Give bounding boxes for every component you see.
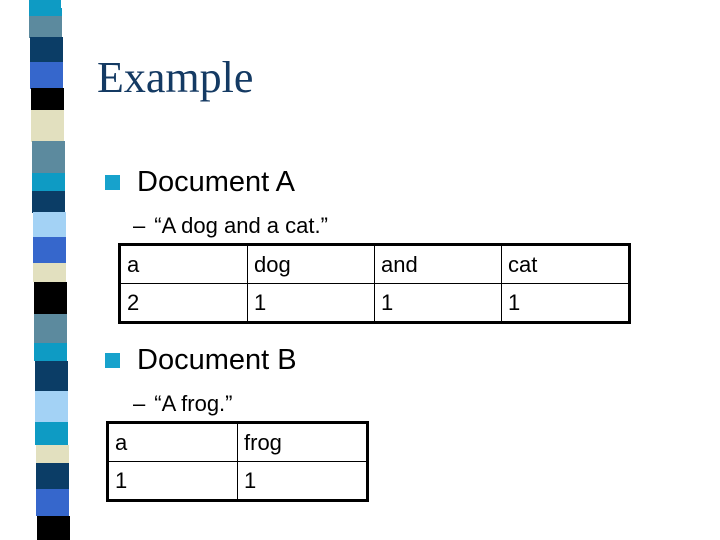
- stripe-band: [29, 16, 62, 38]
- table-cell-count: 1: [237, 461, 368, 501]
- stripe-band: [30, 62, 63, 89]
- stripe-band: [31, 109, 64, 142]
- stripe-band: [32, 191, 65, 213]
- sub-bullet-text-document-a: “A dog and a cat.”: [154, 213, 328, 238]
- slide-canvas: Example Document A – “A dog and a cat.” a…: [0, 0, 720, 540]
- term-count-table-document-b: a frog 1 1: [106, 421, 369, 502]
- table-row-terms: a frog: [107, 422, 368, 462]
- term-count-table-document-a: a dog and cat 2 1 1 1: [118, 243, 631, 324]
- table-cell-term: a: [119, 244, 248, 284]
- table-cell-term: and: [374, 244, 502, 284]
- dash-bullet-icon: –: [133, 391, 146, 416]
- table-cell-count: 1: [107, 461, 238, 501]
- table-cell-term: dog: [247, 244, 375, 284]
- table-row-counts: 1 1: [107, 461, 368, 501]
- table-cell-count: 1: [247, 283, 375, 323]
- stripe-band: [34, 281, 67, 315]
- table-cell-count: 1: [501, 283, 630, 323]
- stripe-band: [33, 237, 66, 264]
- table-cell-count: 1: [374, 283, 502, 323]
- sub-bullet-text-document-b: “A frog.”: [154, 391, 233, 416]
- sub-bullet-document-a: – “A dog and a cat.”: [133, 213, 328, 239]
- stripe-band: [36, 462, 69, 490]
- stripe-band: [32, 172, 65, 192]
- table-row-terms: a dog and cat: [119, 244, 630, 284]
- table-cell-term: a: [107, 422, 238, 462]
- sub-bullet-document-b: – “A frog.”: [133, 391, 233, 417]
- stripe-band: [36, 489, 69, 517]
- table-cell-term: frog: [237, 422, 368, 462]
- stripe-band: [37, 515, 70, 540]
- table-cell-term: cat: [501, 244, 630, 284]
- stripe-band: [33, 263, 66, 283]
- bullet-label-document-b: Document B: [137, 344, 297, 376]
- square-bullet-icon: [105, 174, 120, 190]
- table-row-counts: 2 1 1 1: [119, 283, 630, 323]
- stripe-band: [34, 343, 67, 362]
- stripe-band: [35, 391, 68, 423]
- table-cell-count: 2: [119, 283, 248, 323]
- stripe-band: [36, 444, 69, 464]
- decorative-left-stripe: [0, 0, 80, 540]
- stripe-band: [30, 37, 63, 63]
- bullet-label-document-a: Document A: [137, 166, 295, 198]
- stripe-band: [32, 141, 65, 174]
- stripe-band: [35, 360, 68, 393]
- bullet-item-document-b: Document B: [105, 343, 297, 377]
- page-title: Example: [97, 53, 254, 102]
- bullet-item-document-a: Document A: [105, 165, 295, 199]
- stripe-band: [31, 87, 64, 111]
- stripe-band: [33, 212, 66, 238]
- stripe-band: [35, 422, 68, 446]
- dash-bullet-icon: –: [133, 213, 146, 238]
- stripe-band: [34, 313, 67, 344]
- square-bullet-icon: [105, 352, 120, 368]
